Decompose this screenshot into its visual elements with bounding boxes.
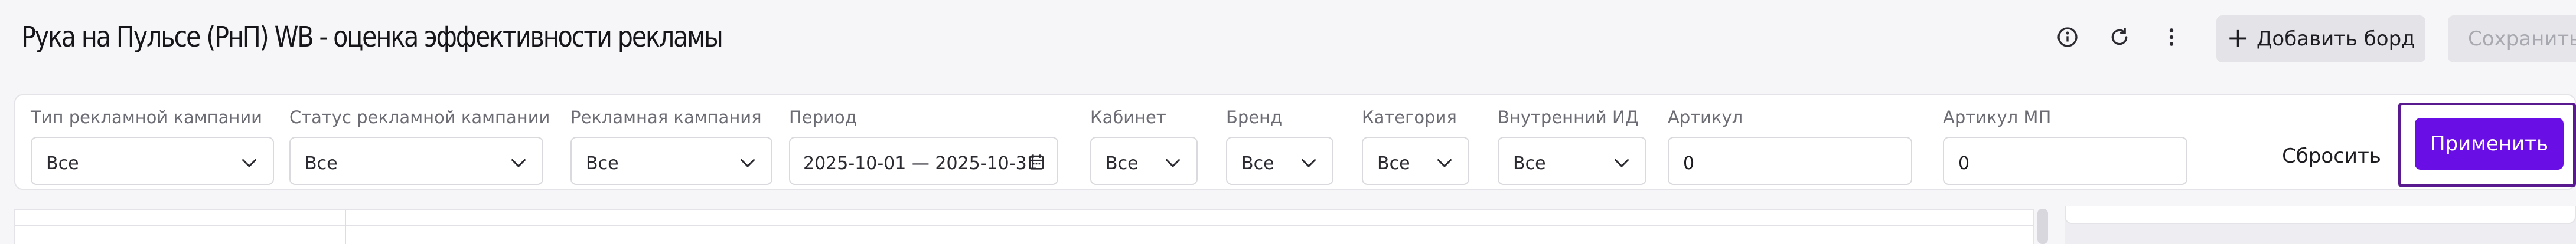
apply-label: Применить: [2430, 132, 2548, 156]
page-title: Рука на Пульсе (РнП) WB - оценка эффекти…: [21, 21, 723, 54]
chevron-down-icon: [1166, 159, 1180, 168]
calendar-icon: [1029, 154, 1044, 170]
period-date-range-input[interactable]: 2025-10-01 — 2025-10-31: [789, 137, 1058, 185]
article-label: Артикул: [1668, 107, 1743, 127]
internal-id-select[interactable]: Все: [1498, 137, 1646, 185]
campaign-type-select[interactable]: Все: [31, 137, 274, 185]
cabinet-label: Кабинет: [1090, 107, 1166, 127]
campaign-label: Рекламная кампания: [570, 107, 762, 127]
apply-button[interactable]: Применить: [2415, 118, 2564, 170]
table-divider: [15, 225, 2033, 226]
campaign-type-label: Тип рекламной кампании: [31, 107, 263, 127]
side-panel: [2065, 206, 2576, 244]
cabinet-select[interactable]: Все: [1090, 137, 1198, 185]
campaign-select[interactable]: Все: [570, 137, 772, 185]
plus-icon: +: [2226, 22, 2249, 54]
save-button[interactable]: Сохранить: [2448, 15, 2576, 62]
article-value: 0: [1683, 153, 1695, 174]
campaign-status-select[interactable]: Все: [289, 137, 543, 185]
brand-label: Бренд: [1226, 107, 1283, 127]
chevron-down-icon: [741, 159, 755, 168]
chevron-down-icon: [1302, 159, 1316, 168]
info-icon[interactable]: [2053, 22, 2082, 52]
article-mp-label: Артикул МП: [1943, 107, 2052, 127]
internal-id-label: Внутренний ИД: [1498, 107, 1639, 127]
more-vertical-icon[interactable]: [2157, 22, 2186, 52]
chevron-down-icon: [511, 159, 526, 168]
refresh-icon[interactable]: [2105, 22, 2134, 52]
period-value: 2025-10-01 — 2025-10-31: [803, 153, 1038, 174]
add-board-button[interactable]: + Добавить борд: [2216, 15, 2425, 62]
save-label: Сохранить: [2468, 27, 2576, 51]
category-label: Категория: [1362, 107, 1457, 127]
article-mp-value: 0: [1958, 153, 1970, 174]
category-select[interactable]: Все: [1362, 137, 1469, 185]
campaign-type-value: Все: [46, 153, 79, 174]
add-board-label: Добавить борд: [2256, 27, 2415, 51]
side-panel-card: [2065, 206, 2576, 224]
brand-value: Все: [1241, 153, 1274, 174]
chevron-down-icon: [1437, 159, 1452, 168]
chevron-down-icon: [1615, 159, 1629, 168]
category-value: Все: [1377, 153, 1410, 174]
chevron-down-icon: [242, 159, 256, 168]
page-header: Рука на Пульсе (РнП) WB - оценка эффекти…: [0, 0, 2576, 75]
article-input[interactable]: 0: [1668, 137, 1912, 185]
period-label: Период: [789, 107, 857, 127]
cabinet-value: Все: [1106, 153, 1139, 174]
campaign-value: Все: [586, 153, 619, 174]
table-column-divider: [345, 210, 346, 244]
campaign-status-value: Все: [305, 153, 338, 174]
brand-select[interactable]: Все: [1226, 137, 1333, 185]
filter-panel: Тип рекламной кампании Все Статус реклам…: [14, 94, 2576, 190]
reset-label: Сбросить: [2282, 144, 2381, 168]
campaign-status-label: Статус рекламной кампании: [289, 107, 550, 127]
vertical-scrollbar[interactable]: [2037, 209, 2048, 244]
internal-id-value: Все: [1513, 153, 1546, 174]
reset-button[interactable]: Сбросить: [2272, 132, 2391, 180]
article-mp-input[interactable]: 0: [1943, 137, 2187, 185]
report-table-area: [14, 209, 2034, 244]
